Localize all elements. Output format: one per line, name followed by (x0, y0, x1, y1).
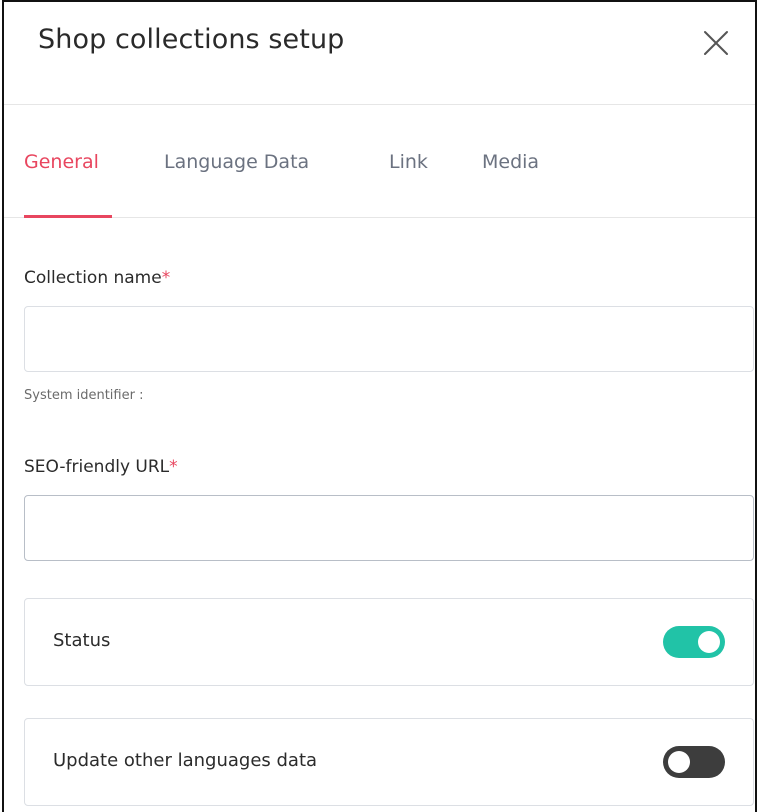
dialog-title: Shop collections setup (38, 24, 345, 55)
required-mark: * (161, 268, 171, 288)
system-identifier-hint: System identifier : (24, 388, 144, 403)
update-languages-toggle[interactable] (663, 746, 725, 778)
toggle-knob (668, 751, 690, 773)
seo-url-label: SEO-friendly URL* (24, 457, 178, 477)
tab-link[interactable]: Link (389, 151, 428, 173)
required-mark: * (169, 457, 178, 477)
status-row: Status (24, 598, 754, 686)
tab-media[interactable]: Media (482, 151, 539, 173)
status-label: Status (53, 630, 111, 651)
active-tab-indicator (24, 215, 112, 218)
collections-setup-dialog: Shop collections setup General Language … (2, 0, 757, 812)
status-toggle[interactable] (663, 626, 725, 658)
tab-bar: General Language Data Link Media (4, 105, 755, 218)
toggle-knob (698, 631, 720, 653)
tab-general[interactable]: General (24, 151, 99, 173)
collection-name-label-text: Collection name (24, 268, 162, 288)
close-icon (704, 31, 728, 55)
dialog-header: Shop collections setup (4, 2, 755, 105)
seo-url-label-text: SEO-friendly URL (24, 457, 170, 477)
tab-language-data[interactable]: Language Data (164, 151, 309, 173)
close-button[interactable] (701, 28, 731, 58)
seo-url-input[interactable] (24, 495, 754, 561)
collection-name-input[interactable] (24, 306, 754, 372)
collection-name-label: Collection name* (24, 268, 170, 288)
update-languages-row: Update other languages data (24, 718, 754, 806)
update-languages-label: Update other languages data (53, 750, 318, 771)
